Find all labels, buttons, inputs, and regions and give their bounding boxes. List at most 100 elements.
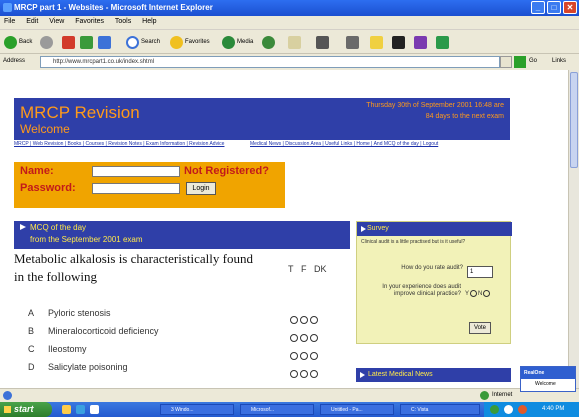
address-input[interactable]: http://www.mrcpart1.co.uk/index.shtml <box>40 56 500 68</box>
menu-help[interactable]: Help <box>142 18 156 25</box>
search-button[interactable]: Search <box>126 34 160 50</box>
vertical-scrollbar[interactable] <box>568 70 579 388</box>
radio-false[interactable] <box>300 352 308 360</box>
login-button[interactable]: Login <box>186 182 216 195</box>
menu-view[interactable]: View <box>49 18 64 25</box>
system-tray: 4:40 PM <box>484 402 579 417</box>
radio-yes[interactable] <box>470 290 478 297</box>
mcq-option: B Mineralocorticoid deficiency <box>24 326 354 344</box>
home-button[interactable] <box>98 34 111 50</box>
password-input[interactable] <box>92 183 180 194</box>
survey-question-1: How do you rate audit? <box>401 265 463 271</box>
plugin-icon <box>436 35 449 49</box>
not-registered-link[interactable]: Not Registered? <box>184 165 269 177</box>
welcome-text: Welcome <box>20 122 70 136</box>
toolbar-extra-button[interactable] <box>414 34 427 50</box>
arrow-right-icon <box>360 372 365 378</box>
discuss-button[interactable] <box>370 34 383 50</box>
refresh-button[interactable] <box>80 34 93 50</box>
quick-launch-ie-icon[interactable] <box>76 405 85 414</box>
vote-button[interactable]: Vote <box>469 322 491 334</box>
forward-button[interactable] <box>40 34 53 50</box>
mail-button[interactable] <box>288 34 301 50</box>
popup-title: RealOne <box>521 367 575 379</box>
radio-false[interactable] <box>300 370 308 378</box>
links-button[interactable]: Links <box>552 58 566 64</box>
radio-no[interactable] <box>483 290 491 297</box>
quick-launch-icon[interactable] <box>62 405 71 414</box>
days-to-exam: 84 days to the next exam <box>425 113 504 120</box>
media-icon <box>222 35 235 49</box>
rating-select[interactable]: 1 <box>467 266 493 278</box>
radio-dont-know[interactable] <box>310 316 318 324</box>
taskbar: start 3 Windo... Microsof... Untitled - … <box>0 402 579 417</box>
mcq-option: A Pyloric stenosis <box>24 308 354 326</box>
latest-news-title: Latest Medical News <box>368 371 433 378</box>
task-button-windows[interactable]: 3 Windo... <box>160 404 234 415</box>
toolbar-extra-button-2[interactable] <box>436 34 449 50</box>
folder-icon <box>370 35 383 49</box>
mcq-option: D Salicylate poisoning <box>24 362 354 380</box>
edit-icon <box>346 35 359 49</box>
radio-true[interactable] <box>290 352 298 360</box>
go-arrow-icon[interactable] <box>514 56 526 68</box>
radio-false[interactable] <box>300 316 308 324</box>
task-button-microsoft[interactable]: Microsof... <box>240 404 314 415</box>
radio-dont-know[interactable] <box>310 370 318 378</box>
edit-button[interactable] <box>346 34 359 50</box>
volume-icon[interactable] <box>504 405 513 414</box>
start-button[interactable]: start <box>0 402 52 417</box>
quick-launch-desktop-icon[interactable] <box>90 405 99 414</box>
radio-dont-know[interactable] <box>310 352 318 360</box>
print-icon <box>316 35 329 49</box>
task-button-paint[interactable]: Untitled - Pa... <box>320 404 394 415</box>
arrow-right-icon <box>20 224 26 230</box>
history-button[interactable] <box>262 34 275 50</box>
task-button-vista[interactable]: C: Vista <box>400 404 480 415</box>
survey-box: Survey Clinical audit is a little practi… <box>356 221 512 344</box>
back-button[interactable]: Back <box>4 34 32 50</box>
window-title-bar: MRCP part 1 - Websites - Microsoft Inter… <box>0 0 579 16</box>
radio-true[interactable] <box>290 334 298 342</box>
popup-text: Welcome <box>535 381 556 387</box>
nav-links-right[interactable]: Medical News | Discussion Area | Useful … <box>250 141 440 159</box>
radio-true[interactable] <box>290 370 298 378</box>
radio-false[interactable] <box>300 334 308 342</box>
page-content: MRCP Revision Welcome Thursday 30th of S… <box>0 70 568 388</box>
name-input[interactable] <box>92 166 180 177</box>
favorites-button[interactable]: Favorites <box>170 34 210 50</box>
minimize-button[interactable]: _ <box>531 1 545 14</box>
address-dropdown-icon[interactable] <box>500 56 512 68</box>
menu-edit[interactable]: Edit <box>26 18 38 25</box>
nav-links-left[interactable]: MRCP | Web Revision | Books | Courses | … <box>14 141 234 159</box>
mcq-subtitle: from the September 2001 exam <box>30 235 143 244</box>
history-icon <box>262 35 275 49</box>
menu-bar: File Edit View Favorites Tools Help <box>0 16 579 29</box>
radio-true[interactable] <box>290 316 298 324</box>
media-button[interactable]: Media <box>222 34 253 50</box>
menu-file[interactable]: File <box>4 18 15 25</box>
back-arrow-icon <box>4 35 17 49</box>
go-button[interactable]: Go <box>529 58 537 64</box>
print-button[interactable] <box>316 34 329 50</box>
notification-popup[interactable]: RealOne Welcome <box>520 366 576 392</box>
radio-dont-know[interactable] <box>310 334 318 342</box>
menu-tools[interactable]: Tools <box>115 18 131 25</box>
menu-favorites[interactable]: Favorites <box>75 18 104 25</box>
mcq-options: A Pyloric stenosis B Mineralocorticoid d… <box>24 308 354 388</box>
survey-question-2: In your experience does audit improve cl… <box>382 284 461 297</box>
maximize-button[interactable]: □ <box>547 1 561 14</box>
stop-button[interactable] <box>62 34 75 50</box>
search-icon <box>126 35 139 49</box>
zone-label: Internet <box>492 392 513 398</box>
arrow-right-icon <box>361 226 366 232</box>
alert-icon[interactable] <box>518 405 527 414</box>
date-line: Thursday 30th of September 2001 16:48 ar… <box>366 102 504 109</box>
close-button[interactable]: ✕ <box>563 1 577 14</box>
messenger-button[interactable] <box>392 34 405 50</box>
scrollbar-thumb[interactable] <box>570 72 578 168</box>
plugin-icon <box>414 35 427 49</box>
stop-icon <box>62 35 75 49</box>
network-icon[interactable] <box>490 405 499 414</box>
window-title: MRCP part 1 - Websites - Microsoft Inter… <box>14 3 213 12</box>
